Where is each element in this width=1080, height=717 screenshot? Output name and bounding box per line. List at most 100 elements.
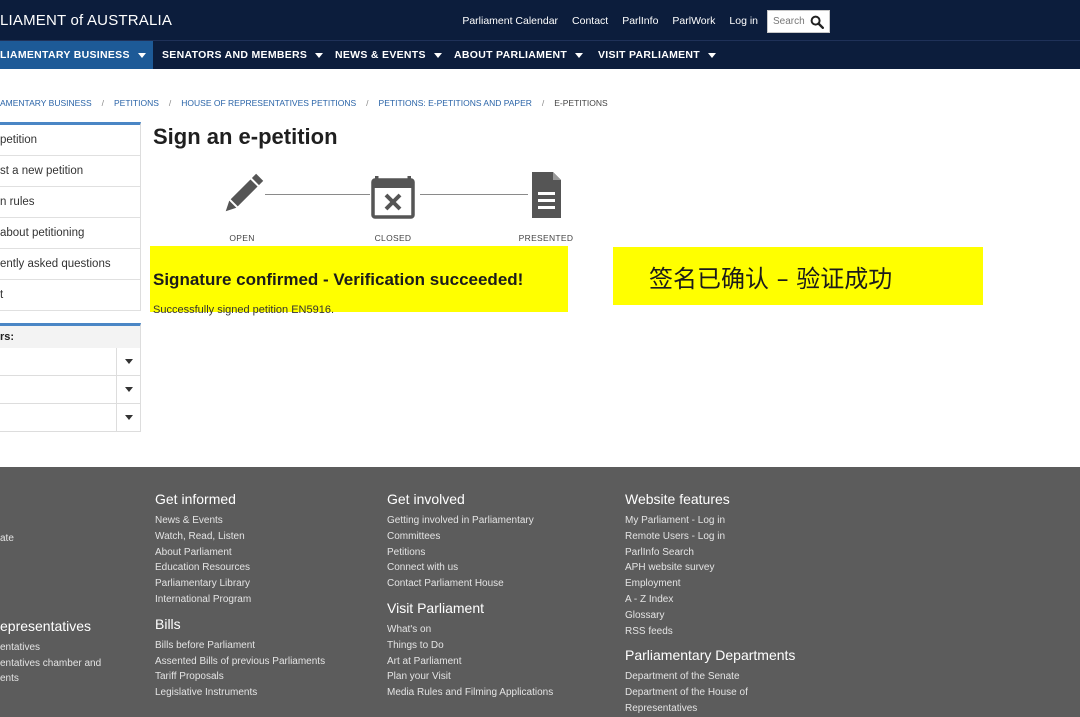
- footer-column-get-involved: Get involved Getting involved in Parliam…: [387, 491, 553, 701]
- breadcrumb: AMENTARY BUSINESS / PETITIONS / HOUSE OF R…: [0, 98, 608, 108]
- footer-heading: Parliamentary Departments: [625, 647, 796, 664]
- parlinfo-link[interactable]: ParlInfo: [622, 15, 658, 27]
- footer-link[interactable]: International Program: [155, 592, 325, 608]
- footer-link[interactable]: ate: [0, 531, 101, 547]
- footer-link[interactable]: Remote Users - Log in: [625, 529, 795, 545]
- contact-link[interactable]: Contact: [572, 15, 608, 27]
- confirmation-title: Signature confirmed - Verification succe…: [153, 270, 524, 289]
- confirmation-message: Signature confirmed - Verification succe…: [150, 246, 568, 316]
- footer-link[interactable]: News & Events: [155, 513, 325, 529]
- sidebar-item-contact[interactable]: t: [0, 280, 140, 311]
- login-link[interactable]: Log in: [729, 15, 758, 27]
- nav-senators-and-members[interactable]: SENATORS AND MEMBERS: [162, 41, 324, 69]
- footer-heading: Website features: [625, 491, 730, 507]
- footer-link[interactable]: Watch, Read, Listen: [155, 529, 325, 545]
- footer-link[interactable]: Employment: [625, 576, 795, 592]
- site-title[interactable]: LIAMENT of AUSTRALIA: [0, 12, 172, 29]
- breadcrumb-item[interactable]: PETITIONS: E-PETITIONS AND PAPER: [379, 98, 532, 108]
- sidebar: petition st a new petition n rules about…: [0, 122, 141, 432]
- footer-link[interactable]: Parliamentary Library: [155, 576, 325, 592]
- search-input[interactable]: Search: [767, 10, 830, 33]
- footer-link[interactable]: Petitions: [387, 545, 553, 561]
- filters-title: rs:: [0, 326, 140, 348]
- footer-link[interactable]: APH website survey: [625, 560, 795, 576]
- footer-link[interactable]: ParlInfo Search: [625, 545, 795, 561]
- footer-link[interactable]: entatives: [0, 640, 101, 656]
- footer-link[interactable]: Art at Parliament: [387, 654, 553, 670]
- dropdown-arrow-icon: [124, 415, 133, 420]
- nav-news-events[interactable]: NEWS & EVENTS: [335, 41, 442, 69]
- search-icon[interactable]: [810, 15, 824, 29]
- filter-select[interactable]: [0, 404, 140, 432]
- sidebar-filters: rs:: [0, 323, 141, 432]
- footer-link[interactable]: Department of the Senate: [625, 669, 795, 685]
- nav-label: SENATORS AND MEMBERS: [162, 49, 308, 61]
- footer-link[interactable]: entatives chamber and: [0, 656, 101, 672]
- footer-link[interactable]: Contact Parliament House: [387, 576, 553, 592]
- filter-select[interactable]: [0, 376, 140, 404]
- footer-column-get-informed: Get informed News & Events Watch, Read, …: [155, 491, 325, 701]
- footer-link[interactable]: Bills before Parliament: [155, 638, 325, 654]
- footer-link[interactable]: Department of the House of: [625, 685, 795, 701]
- footer-link[interactable]: What's on: [387, 622, 553, 638]
- footer-link[interactable]: Connect with us: [387, 560, 553, 576]
- breadcrumb-item[interactable]: AMENTARY BUSINESS: [0, 98, 92, 108]
- top-header: LIAMENT of AUSTRALIA Parliament Calendar…: [0, 0, 1080, 40]
- breadcrumb-item[interactable]: PETITIONS: [114, 98, 159, 108]
- footer-link[interactable]: Getting involved in Parliamentary: [387, 513, 553, 529]
- footer-link[interactable]: Tariff Proposals: [155, 669, 325, 685]
- nav-about-parliament[interactable]: ABOUT PARLIAMENT: [454, 41, 584, 69]
- footer-link[interactable]: Media Rules and Filming Applications: [387, 685, 553, 701]
- nav-label: NEWS & EVENTS: [335, 49, 426, 61]
- sidebar-item-about-petitioning[interactable]: about petitioning: [0, 218, 140, 249]
- progress-line: [265, 194, 370, 195]
- footer-link[interactable]: About Parliament: [155, 545, 325, 561]
- step-label: PRESENTED: [518, 233, 574, 243]
- nav-parliamentary-business[interactable]: LIAMENTARY BUSINESS: [0, 41, 153, 69]
- sidebar-menu: petition st a new petition n rules about…: [0, 122, 141, 311]
- dropdown-arrow-icon: [124, 359, 133, 364]
- footer-heading: Visit Parliament: [387, 599, 485, 616]
- petition-progress: OPEN CLOSED PRESENTED: [215, 170, 575, 245]
- step-label: CLOSED: [374, 233, 412, 243]
- page-title: Sign an e-petition: [153, 124, 338, 149]
- calendar-close-icon: [371, 176, 415, 219]
- footer-heading: Bills: [155, 615, 181, 632]
- parlwork-link[interactable]: ParlWork: [672, 15, 715, 27]
- filter-select[interactable]: [0, 348, 140, 376]
- sidebar-item-sign-petition[interactable]: petition: [0, 125, 140, 156]
- chinese-translation-note: 签名已确认 – 验证成功: [613, 247, 983, 305]
- footer-link[interactable]: Committees: [387, 529, 553, 545]
- footer-heading: epresentatives: [0, 617, 92, 634]
- footer-heading: Get informed: [155, 491, 236, 507]
- footer-link[interactable]: RSS feeds: [625, 624, 795, 640]
- caret-down-icon: [137, 52, 146, 58]
- footer-link[interactable]: Education Resources: [155, 560, 325, 576]
- dropdown-arrow-icon: [124, 387, 133, 392]
- sidebar-item-petition-rules[interactable]: n rules: [0, 187, 140, 218]
- sidebar-item-request-new-petition[interactable]: st a new petition: [0, 156, 140, 187]
- nav-label: VISIT PARLIAMENT: [598, 49, 701, 61]
- step-open: OPEN: [212, 170, 272, 243]
- footer-column-website-features: Website features My Parliament - Log in …: [625, 491, 795, 717]
- footer-link[interactable]: My Parliament - Log in: [625, 513, 795, 529]
- nav-label: LIAMENTARY BUSINESS: [0, 49, 130, 61]
- footer-link[interactable]: A - Z Index: [625, 592, 795, 608]
- step-presented: PRESENTED: [516, 170, 576, 243]
- footer-link[interactable]: Assented Bills of previous Parliaments: [155, 654, 325, 670]
- parliament-calendar-link[interactable]: Parliament Calendar: [462, 15, 558, 27]
- footer-link[interactable]: Representatives: [625, 701, 795, 717]
- document-icon: [532, 172, 561, 218]
- footer-link[interactable]: ents: [0, 671, 101, 687]
- footer-link[interactable]: Plan your Visit: [387, 669, 553, 685]
- footer-link[interactable]: Legislative Instruments: [155, 685, 325, 701]
- nav-visit-parliament[interactable]: VISIT PARLIAMENT: [598, 41, 717, 69]
- main-nav: LIAMENTARY BUSINESS SENATORS AND MEMBERS…: [0, 40, 1080, 69]
- sidebar-item-faq[interactable]: ently asked questions: [0, 249, 140, 280]
- breadcrumb-item[interactable]: HOUSE OF REPRESENTATIVES PETITIONS: [181, 98, 356, 108]
- nav-label: ABOUT PARLIAMENT: [454, 49, 568, 61]
- step-closed: CLOSED: [363, 170, 423, 243]
- search-placeholder: Search: [773, 16, 805, 27]
- footer-link[interactable]: Glossary: [625, 608, 795, 624]
- footer-link[interactable]: Things to Do: [387, 638, 553, 654]
